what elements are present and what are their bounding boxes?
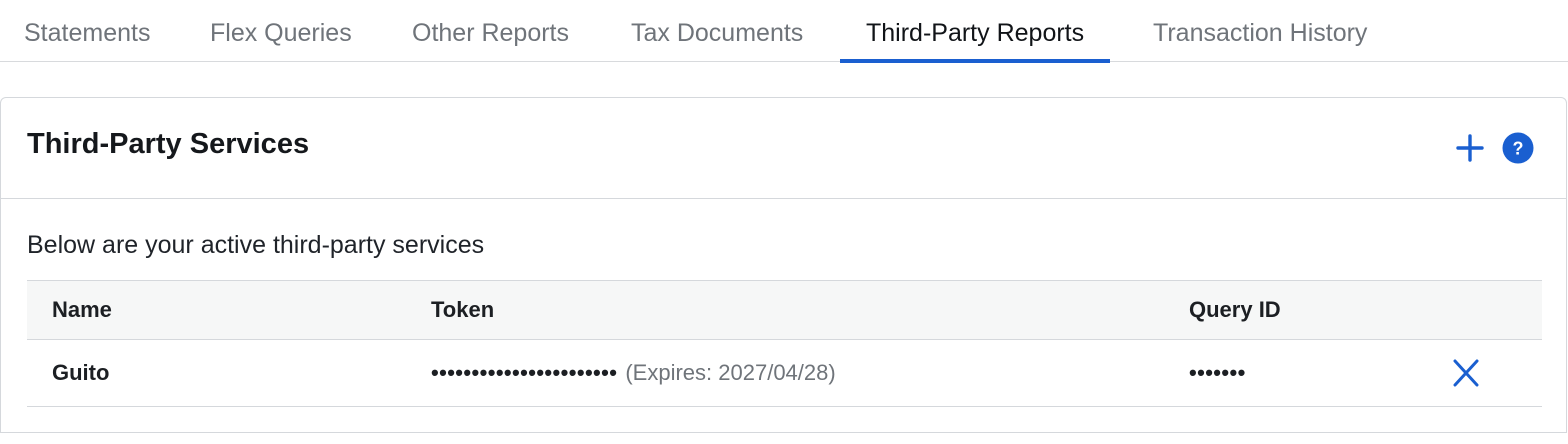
column-header-token: Token xyxy=(431,297,495,322)
report-tabs: Statements Flex Queries Other Reports Ta… xyxy=(0,0,1568,63)
tab-tax-documents[interactable]: Tax Documents xyxy=(631,0,803,62)
table-row: Guito ••••••••••••••••••••••• (Expires: 2… xyxy=(27,340,1542,407)
tab-flex-queries[interactable]: Flex Queries xyxy=(210,0,352,62)
tab-other-reports[interactable]: Other Reports xyxy=(412,0,569,62)
service-name: Guito xyxy=(52,360,110,385)
masked-token: ••••••••••••••••••••••• xyxy=(431,360,618,385)
help-glyph: ? xyxy=(1513,139,1524,159)
delete-service-button[interactable] xyxy=(1451,358,1481,388)
question-circle-icon: ? xyxy=(1502,132,1534,164)
tab-transaction-history[interactable]: Transaction History xyxy=(1153,0,1367,62)
third-party-services-panel: Third-Party Services ? Below are your ac… xyxy=(0,97,1567,433)
table-header: Name Token Query ID xyxy=(27,280,1542,340)
panel-subtitle: Below are your active third-party servic… xyxy=(27,231,485,259)
masked-query-id: ••••••• xyxy=(1189,360,1246,385)
plus-icon xyxy=(1456,134,1484,162)
panel-title: Third-Party Services xyxy=(27,128,310,160)
add-service-button[interactable] xyxy=(1453,131,1487,165)
close-icon xyxy=(1453,359,1479,387)
help-button[interactable]: ? xyxy=(1501,131,1535,165)
panel-header: Third-Party Services ? xyxy=(1,98,1566,199)
token-expiry: (Expires: 2027/04/28) xyxy=(625,360,836,385)
query-id-cell: ••••••• xyxy=(1189,340,1246,406)
column-header-query-id: Query ID xyxy=(1189,297,1281,322)
tab-third-party-reports[interactable]: Third-Party Reports xyxy=(839,0,1111,63)
tab-statements[interactable]: Statements xyxy=(24,0,150,62)
column-header-name: Name xyxy=(52,297,112,322)
token-cell: ••••••••••••••••••••••• (Expires: 2027/04… xyxy=(431,340,836,406)
